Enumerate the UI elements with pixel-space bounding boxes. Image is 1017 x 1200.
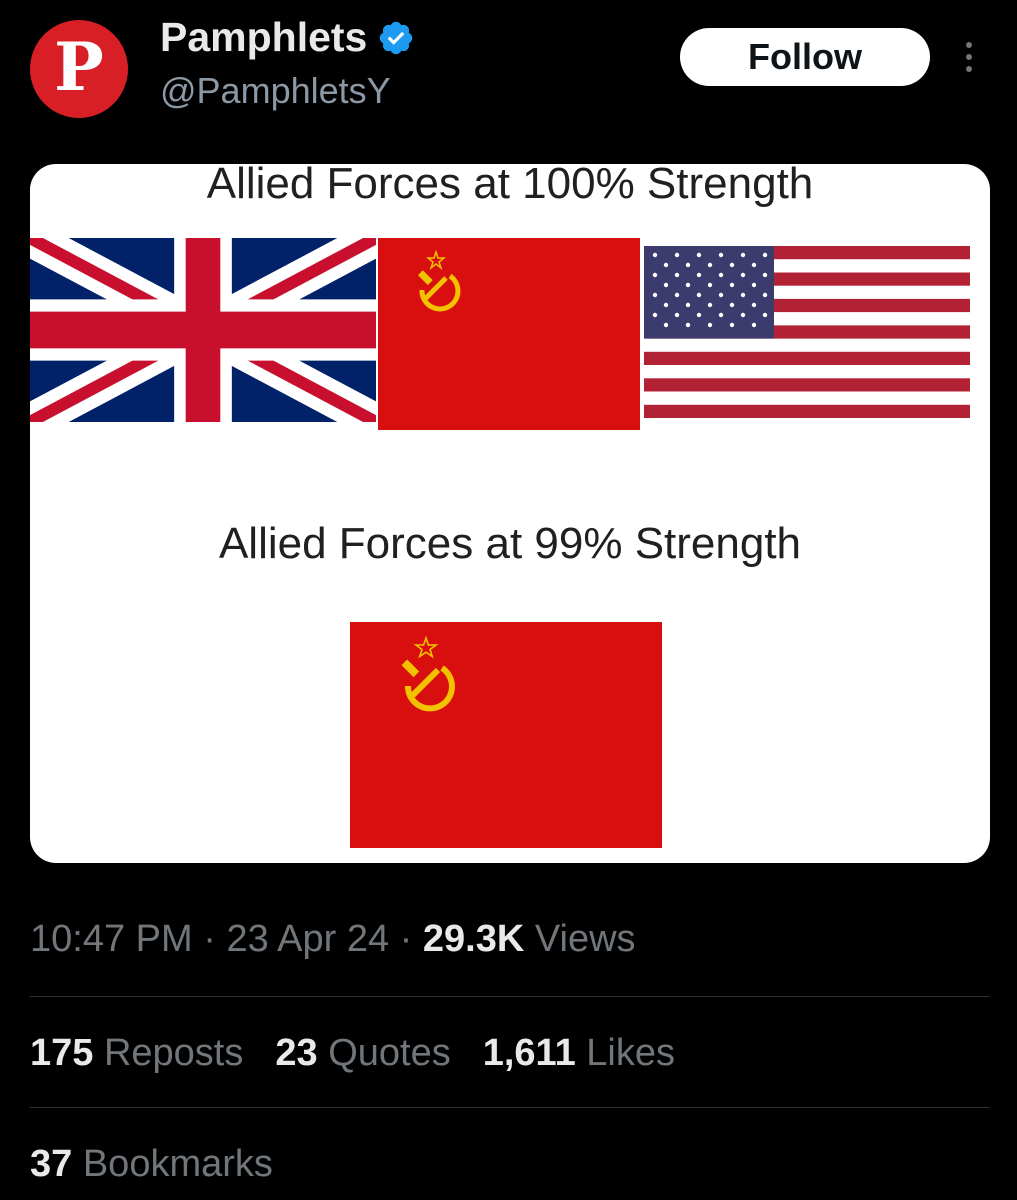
soviet-flag [378, 238, 640, 430]
caption-top: Allied Forces at 100% Strength [206, 164, 814, 208]
handle[interactable]: @PamphletsY [160, 70, 391, 112]
reposts-count: 175 [30, 1032, 94, 1074]
tweet-stats: 175 Reposts 23 Quotes 1,611 Likes [30, 1032, 707, 1075]
avatar[interactable]: P [30, 20, 128, 118]
meta-separator: · [192, 918, 227, 960]
views-count: 29.3K [422, 918, 525, 960]
more-vertical-icon[interactable] [954, 38, 984, 82]
quotes-label: Quotes [317, 1032, 451, 1074]
name-row: Pamphlets [160, 14, 415, 61]
follow-button[interactable]: Follow [680, 28, 930, 86]
quotes-stat[interactable]: 23 Quotes [275, 1032, 450, 1075]
bookmarks-count: 37 [30, 1143, 73, 1185]
avatar-letter: P [54, 28, 104, 106]
reposts-label: Reposts [93, 1032, 244, 1074]
tweet-image[interactable]: Allied Forces at 100% Strength Allied Fo… [30, 164, 990, 863]
tweet-header: P Pamphlets @PamphletsY Follow [0, 0, 1017, 150]
divider [30, 996, 990, 997]
us-flag [644, 246, 970, 418]
caption-bottom: Allied Forces at 99% Strength [218, 519, 802, 568]
tweet-time[interactable]: 10:47 PM [30, 918, 193, 960]
bookmarks-label: Bookmarks [72, 1143, 273, 1185]
views-label: Views [524, 918, 636, 960]
soviet-flag-bottom [350, 622, 662, 848]
reposts-stat[interactable]: 175 Reposts [30, 1032, 243, 1075]
divider [30, 1107, 990, 1108]
tweet-meta: 10:47 PM · 23 Apr 24 · 29.3K Views [30, 918, 636, 961]
likes-count: 1,611 [482, 1032, 576, 1074]
tweet-date[interactable]: 23 Apr 24 [226, 918, 389, 960]
meta-separator: · [389, 918, 423, 960]
likes-stat[interactable]: 1,611 Likes [483, 1032, 675, 1075]
bookmarks-stat[interactable]: 37 Bookmarks [30, 1143, 273, 1186]
uk-flag [30, 238, 376, 422]
verified-badge-icon [380, 21, 413, 54]
quotes-count: 23 [275, 1032, 318, 1074]
likes-label: Likes [575, 1032, 676, 1074]
display-name[interactable]: Pamphlets [160, 14, 367, 61]
